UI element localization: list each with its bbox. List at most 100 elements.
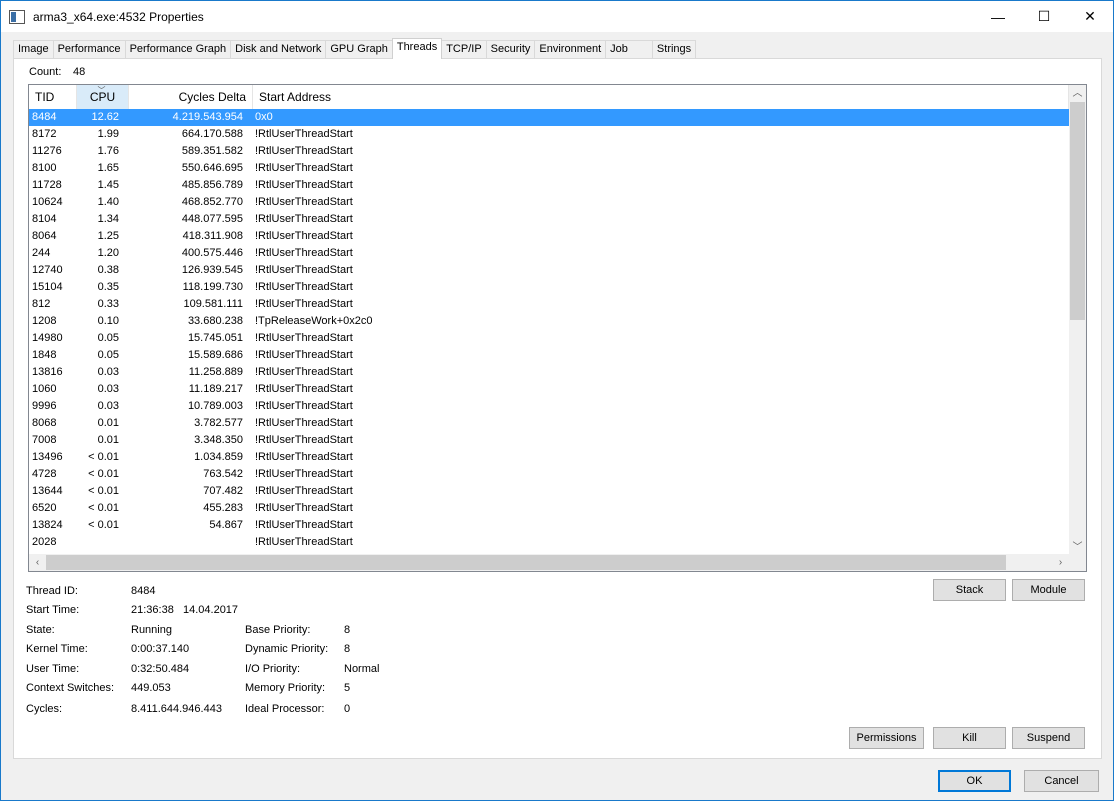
table-row[interactable]: 13824 < 0.01 54.867 !RtlUserThreadStart xyxy=(29,517,1069,534)
scrollbar-corner xyxy=(1069,554,1086,571)
cell-cpu: 0.05 xyxy=(97,332,119,344)
column-header-start-address[interactable]: Start Address xyxy=(253,85,1069,109)
table-row[interactable]: 14980 0.05 15.745.051 !RtlUserThreadStart xyxy=(29,330,1069,347)
table-row[interactable]: 8068 0.01 3.782.577 !RtlUserThreadStart xyxy=(29,415,1069,432)
ok-button[interactable]: OK xyxy=(938,770,1011,792)
table-row[interactable]: 11728 1.45 485.856.789 !RtlUserThreadStart xyxy=(29,177,1069,194)
cell-cycles-delta: 448.077.595 xyxy=(181,213,243,225)
table-row[interactable]: 1208 0.10 33.680.238 !TpReleaseWork+0x2c0 xyxy=(29,313,1069,330)
table-row[interactable]: 9996 0.03 10.789.003 !RtlUserThreadStart xyxy=(29,398,1069,415)
table-row[interactable]: 8100 1.65 550.646.695 !RtlUserThreadStart xyxy=(29,160,1069,177)
cell-start-address: !RtlUserThreadStart xyxy=(255,128,353,140)
table-row[interactable]: 244 1.20 400.575.446 !RtlUserThreadStart xyxy=(29,245,1069,262)
tab-disk-and-network[interactable]: Disk and Network xyxy=(230,40,327,59)
tab-environment[interactable]: Environment xyxy=(534,40,607,59)
start-time-label: Start Time: xyxy=(26,604,80,616)
cell-cycles-delta: 118.199.730 xyxy=(182,281,243,293)
cell-start-address: !RtlUserThreadStart xyxy=(255,536,353,548)
table-row[interactable]: 13644 < 0.01 707.482 !RtlUserThreadStart xyxy=(29,483,1069,500)
cell-start-address: !RtlUserThreadStart xyxy=(255,519,353,531)
cell-cpu: 1.99 xyxy=(97,128,119,140)
scroll-left-icon[interactable]: ‹ xyxy=(29,554,46,571)
table-row[interactable]: 4728 < 0.01 763.542 !RtlUserThreadStart xyxy=(29,466,1069,483)
cell-cpu: < 0.01 xyxy=(88,468,119,480)
maximize-button[interactable]: ☐ xyxy=(1021,1,1067,32)
cell-cycles-delta: 11.189.217 xyxy=(188,383,243,395)
cell-cpu: 0.10 xyxy=(97,315,119,327)
io-priority-label: I/O Priority: xyxy=(245,663,301,675)
table-row[interactable]: 1848 0.05 15.589.686 !RtlUserThreadStart xyxy=(29,347,1069,364)
cell-start-address: !RtlUserThreadStart xyxy=(255,298,353,310)
vertical-scrollbar[interactable]: ︿ ﹀ xyxy=(1069,85,1086,556)
cell-tid: 6520 xyxy=(32,502,57,514)
cell-cycles-delta: 10.789.003 xyxy=(187,400,243,412)
column-header-cpu[interactable]: ﹀ CPU xyxy=(77,85,129,109)
tab-job[interactable]: Job xyxy=(605,40,653,59)
cell-start-address: !RtlUserThreadStart xyxy=(255,213,353,225)
cell-tid: 1208 xyxy=(32,315,57,327)
cell-start-address: !RtlUserThreadStart xyxy=(255,502,353,514)
table-row[interactable]: 8104 1.34 448.077.595 !RtlUserThreadStart xyxy=(29,211,1069,228)
tab-threads[interactable]: Threads xyxy=(391,38,443,59)
table-row[interactable]: 11276 1.76 589.351.582 !RtlUserThreadStart xyxy=(29,143,1069,160)
close-button[interactable]: ✕ xyxy=(1067,1,1113,32)
cell-cpu: 0.03 xyxy=(97,400,119,412)
vertical-scroll-thumb[interactable] xyxy=(1070,102,1085,320)
context-switches-label: Context Switches: xyxy=(26,682,115,694)
table-row[interactable]: 1060 0.03 11.189.217 !RtlUserThreadStart xyxy=(29,381,1069,398)
cancel-button[interactable]: Cancel xyxy=(1024,770,1099,792)
table-row[interactable]: 8172 1.99 664.170.588 !RtlUserThreadStart xyxy=(29,126,1069,143)
table-row[interactable]: 8064 1.25 418.311.908 !RtlUserThreadStart xyxy=(29,228,1069,245)
scroll-right-icon[interactable]: › xyxy=(1052,554,1069,571)
table-row[interactable]: 13496 < 0.01 1.034.859 !RtlUserThreadStart xyxy=(29,449,1069,466)
tab-tcp-ip[interactable]: TCP/IP xyxy=(441,40,487,59)
tab-strings[interactable]: Strings xyxy=(651,40,697,59)
permissions-button[interactable]: Permissions xyxy=(849,727,924,749)
cell-tid: 8104 xyxy=(32,213,57,225)
cell-start-address: !RtlUserThreadStart xyxy=(255,383,353,395)
table-row[interactable]: 6520 < 0.01 455.283 !RtlUserThreadStart xyxy=(29,500,1069,517)
minimize-button[interactable]: — xyxy=(975,1,1021,32)
table-row[interactable]: 2028 !RtlUserThreadStart xyxy=(29,534,1069,551)
cell-start-address: !RtlUserThreadStart xyxy=(255,281,353,293)
tab-performance[interactable]: Performance xyxy=(52,40,126,59)
threads-list[interactable]: TID ﹀ CPU Cycles Delta Start Address 848… xyxy=(28,84,1087,572)
horizontal-scrollbar[interactable]: ‹ › xyxy=(29,554,1069,571)
cell-tid: 13816 xyxy=(32,366,63,378)
column-header-tid[interactable]: TID xyxy=(29,85,77,109)
column-header-cycles-delta[interactable]: Cycles Delta xyxy=(129,85,253,109)
tab-performance-graph[interactable]: Performance Graph xyxy=(124,40,232,59)
scroll-up-icon[interactable]: ︿ xyxy=(1069,85,1086,102)
cell-cpu: 1.25 xyxy=(97,230,119,242)
suspend-button[interactable]: Suspend xyxy=(1012,727,1085,749)
memory-priority-label: Memory Priority: xyxy=(245,682,326,694)
cell-cycles-delta: 589.351.582 xyxy=(181,145,243,157)
table-row[interactable]: 13816 0.03 11.258.889 !RtlUserThreadStart xyxy=(29,364,1069,381)
cell-cpu: 0.01 xyxy=(97,417,119,429)
cell-start-address: !RtlUserThreadStart xyxy=(255,247,353,259)
table-row[interactable]: 8484 12.62 4.219.543.954 0x0 xyxy=(29,109,1069,126)
table-row[interactable]: 7008 0.01 3.348.350 !RtlUserThreadStart xyxy=(29,432,1069,449)
table-row[interactable]: 12740 0.38 126.939.545 !RtlUserThreadStart xyxy=(29,262,1069,279)
horizontal-scroll-thumb[interactable] xyxy=(46,555,1006,570)
cell-cpu: 1.20 xyxy=(97,247,119,259)
cell-cpu: 1.40 xyxy=(97,196,119,208)
cell-start-address: !TpReleaseWork+0x2c0 xyxy=(255,315,373,327)
tab-gpu-graph[interactable]: GPU Graph xyxy=(325,40,393,59)
module-button[interactable]: Module xyxy=(1012,579,1085,601)
table-row[interactable]: 10624 1.40 468.852.770 !RtlUserThreadStart xyxy=(29,194,1069,211)
kill-button[interactable]: Kill xyxy=(933,727,1006,749)
table-row[interactable]: 15104 0.35 118.199.730 !RtlUserThreadStart xyxy=(29,279,1069,296)
cell-cpu: 1.76 xyxy=(97,145,119,157)
table-row[interactable]: 812 0.33 109.581.111 !RtlUserThreadStart xyxy=(29,296,1069,313)
cell-start-address: !RtlUserThreadStart xyxy=(255,366,353,378)
title-bar[interactable]: arma3_x64.exe:4532 Properties — ☐ ✕ xyxy=(1,1,1113,32)
cell-tid: 9996 xyxy=(32,400,57,412)
cell-tid: 10624 xyxy=(32,196,63,208)
cell-start-address: !RtlUserThreadStart xyxy=(255,417,353,429)
stack-button[interactable]: Stack xyxy=(933,579,1006,601)
tab-security[interactable]: Security xyxy=(485,40,536,59)
tab-image[interactable]: Image xyxy=(13,40,54,59)
cell-start-address: !RtlUserThreadStart xyxy=(255,230,353,242)
ideal-processor-value: 0 xyxy=(344,703,351,715)
